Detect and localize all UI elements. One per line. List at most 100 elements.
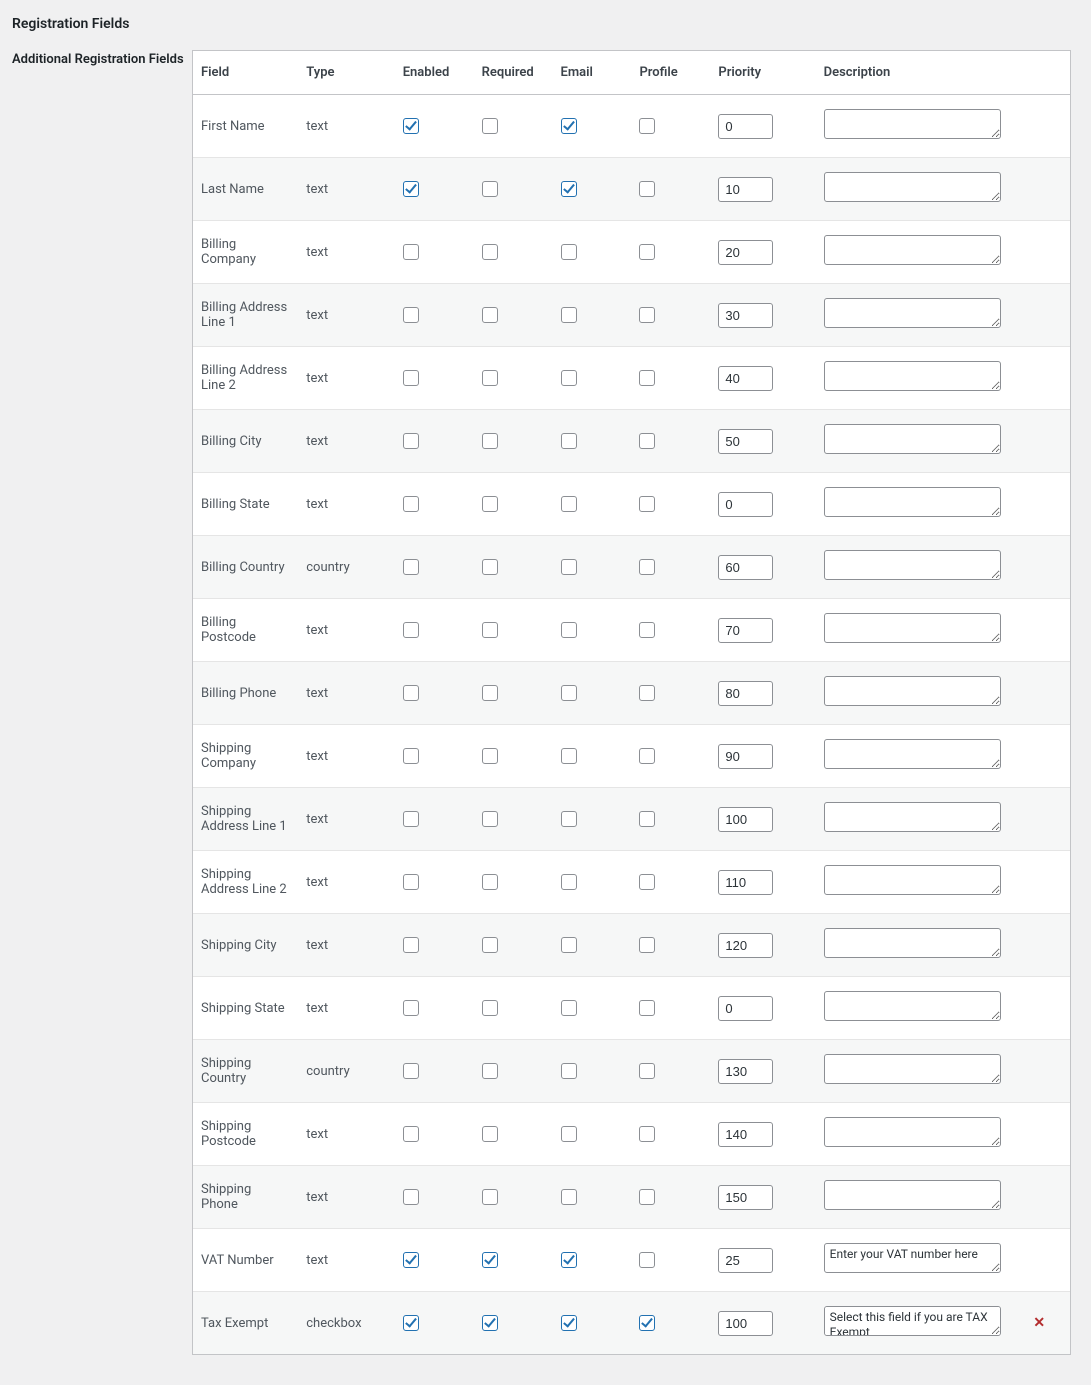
required-checkbox[interactable] <box>482 244 498 260</box>
priority-input[interactable] <box>718 177 773 202</box>
email-checkbox[interactable] <box>561 118 577 134</box>
profile-checkbox[interactable] <box>639 811 655 827</box>
required-checkbox[interactable] <box>482 1000 498 1016</box>
description-textarea[interactable] <box>824 865 1001 895</box>
profile-checkbox[interactable] <box>639 559 655 575</box>
priority-input[interactable] <box>718 366 773 391</box>
required-checkbox[interactable] <box>482 622 498 638</box>
profile-checkbox[interactable] <box>639 622 655 638</box>
enabled-checkbox[interactable] <box>403 559 419 575</box>
enabled-checkbox[interactable] <box>403 1000 419 1016</box>
profile-checkbox[interactable] <box>639 1315 655 1331</box>
priority-input[interactable] <box>718 681 773 706</box>
description-textarea[interactable] <box>824 298 1001 328</box>
profile-checkbox[interactable] <box>639 1000 655 1016</box>
description-textarea[interactable] <box>824 424 1001 454</box>
description-textarea[interactable] <box>824 991 1001 1021</box>
priority-input[interactable] <box>718 240 773 265</box>
enabled-checkbox[interactable] <box>403 1189 419 1205</box>
description-textarea[interactable] <box>824 235 1001 265</box>
email-checkbox[interactable] <box>561 307 577 323</box>
required-checkbox[interactable] <box>482 496 498 512</box>
email-checkbox[interactable] <box>561 811 577 827</box>
profile-checkbox[interactable] <box>639 1126 655 1142</box>
description-textarea[interactable] <box>824 487 1001 517</box>
profile-checkbox[interactable] <box>639 118 655 134</box>
required-checkbox[interactable] <box>482 559 498 575</box>
description-textarea[interactable] <box>824 802 1001 832</box>
email-checkbox[interactable] <box>561 937 577 953</box>
priority-input[interactable] <box>718 870 773 895</box>
enabled-checkbox[interactable] <box>403 181 419 197</box>
priority-input[interactable] <box>718 555 773 580</box>
description-textarea[interactable] <box>824 676 1001 706</box>
email-checkbox[interactable] <box>561 181 577 197</box>
description-textarea[interactable] <box>824 361 1001 391</box>
profile-checkbox[interactable] <box>639 496 655 512</box>
profile-checkbox[interactable] <box>639 370 655 386</box>
required-checkbox[interactable] <box>482 1126 498 1142</box>
priority-input[interactable] <box>718 492 773 517</box>
email-checkbox[interactable] <box>561 370 577 386</box>
required-checkbox[interactable] <box>482 811 498 827</box>
enabled-checkbox[interactable] <box>403 1126 419 1142</box>
email-checkbox[interactable] <box>561 1126 577 1142</box>
profile-checkbox[interactable] <box>639 685 655 701</box>
description-textarea[interactable] <box>824 613 1001 643</box>
priority-input[interactable] <box>718 1122 773 1147</box>
profile-checkbox[interactable] <box>639 1189 655 1205</box>
priority-input[interactable] <box>718 303 773 328</box>
email-checkbox[interactable] <box>561 433 577 449</box>
profile-checkbox[interactable] <box>639 937 655 953</box>
required-checkbox[interactable] <box>482 1315 498 1331</box>
enabled-checkbox[interactable] <box>403 622 419 638</box>
enabled-checkbox[interactable] <box>403 433 419 449</box>
required-checkbox[interactable] <box>482 370 498 386</box>
priority-input[interactable] <box>718 1248 773 1273</box>
profile-checkbox[interactable] <box>639 307 655 323</box>
required-checkbox[interactable] <box>482 118 498 134</box>
required-checkbox[interactable] <box>482 748 498 764</box>
required-checkbox[interactable] <box>482 1189 498 1205</box>
enabled-checkbox[interactable] <box>403 370 419 386</box>
enabled-checkbox[interactable] <box>403 811 419 827</box>
description-textarea[interactable] <box>824 1180 1001 1210</box>
enabled-checkbox[interactable] <box>403 1315 419 1331</box>
description-textarea[interactable] <box>824 928 1001 958</box>
required-checkbox[interactable] <box>482 874 498 890</box>
description-textarea[interactable] <box>824 739 1001 769</box>
profile-checkbox[interactable] <box>639 874 655 890</box>
enabled-checkbox[interactable] <box>403 748 419 764</box>
enabled-checkbox[interactable] <box>403 937 419 953</box>
required-checkbox[interactable] <box>482 1252 498 1268</box>
description-textarea[interactable] <box>824 172 1001 202</box>
enabled-checkbox[interactable] <box>403 244 419 260</box>
enabled-checkbox[interactable] <box>403 496 419 512</box>
enabled-checkbox[interactable] <box>403 118 419 134</box>
email-checkbox[interactable] <box>561 559 577 575</box>
required-checkbox[interactable] <box>482 937 498 953</box>
required-checkbox[interactable] <box>482 307 498 323</box>
email-checkbox[interactable] <box>561 874 577 890</box>
enabled-checkbox[interactable] <box>403 874 419 890</box>
profile-checkbox[interactable] <box>639 1063 655 1079</box>
profile-checkbox[interactable] <box>639 1252 655 1268</box>
email-checkbox[interactable] <box>561 1189 577 1205</box>
description-textarea[interactable] <box>824 1054 1001 1084</box>
email-checkbox[interactable] <box>561 622 577 638</box>
enabled-checkbox[interactable] <box>403 1063 419 1079</box>
required-checkbox[interactable] <box>482 1063 498 1079</box>
description-textarea[interactable] <box>824 550 1001 580</box>
priority-input[interactable] <box>718 1059 773 1084</box>
priority-input[interactable] <box>718 744 773 769</box>
profile-checkbox[interactable] <box>639 748 655 764</box>
email-checkbox[interactable] <box>561 1000 577 1016</box>
profile-checkbox[interactable] <box>639 433 655 449</box>
description-textarea[interactable]: Select this field if you are TAX Exempt <box>824 1306 1001 1336</box>
email-checkbox[interactable] <box>561 496 577 512</box>
priority-input[interactable] <box>718 618 773 643</box>
email-checkbox[interactable] <box>561 748 577 764</box>
priority-input[interactable] <box>718 1311 773 1336</box>
required-checkbox[interactable] <box>482 433 498 449</box>
priority-input[interactable] <box>718 933 773 958</box>
